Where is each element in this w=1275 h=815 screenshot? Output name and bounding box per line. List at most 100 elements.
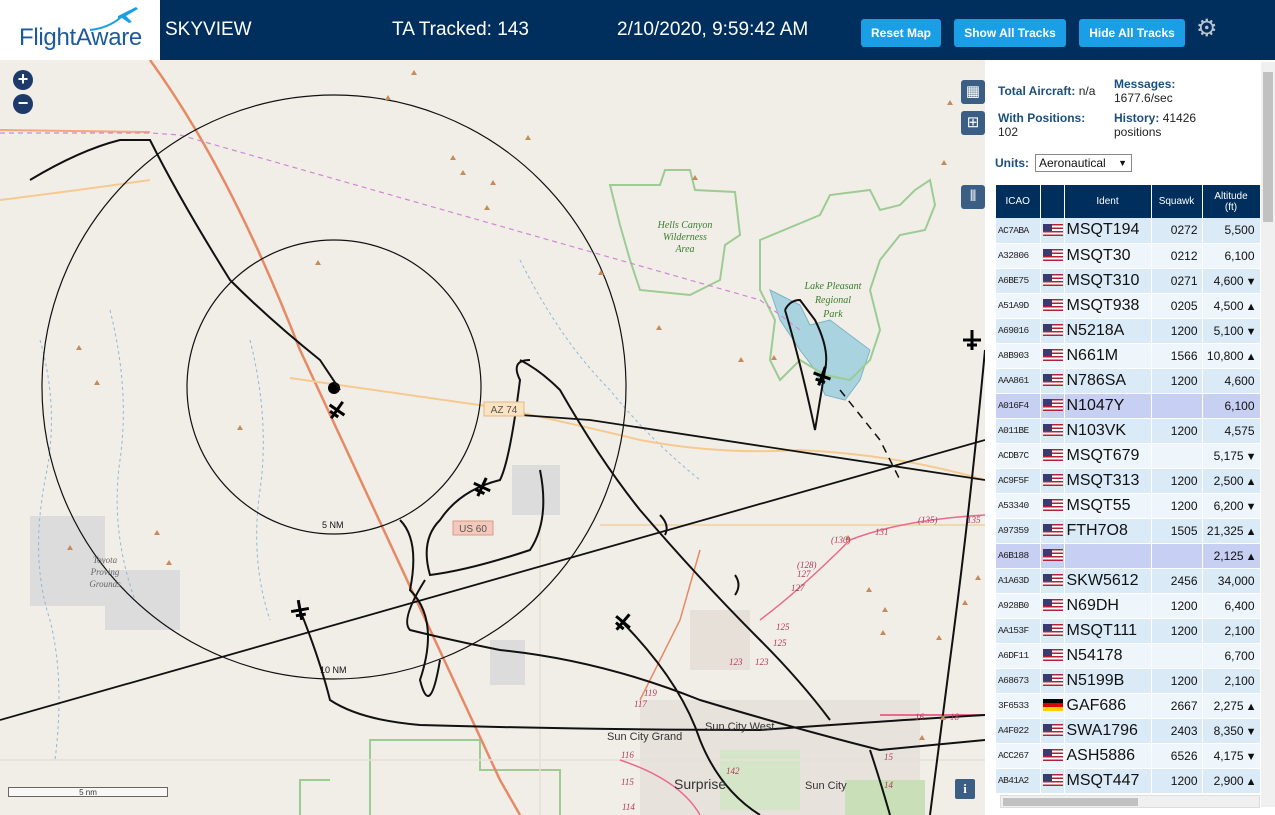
- us-flag-icon: [1042, 449, 1063, 462]
- table-row[interactable]: A53340 MSQT55 1200 6,200 ▼: [996, 493, 1269, 519]
- show-all-tracks-button[interactable]: Show All Tracks: [954, 19, 1066, 47]
- units-select[interactable]: Aeronautical ▼: [1035, 154, 1132, 172]
- col-ident[interactable]: Ident: [1064, 185, 1152, 218]
- park-boundary-bottom-2: [299, 779, 330, 815]
- zoom-out-button[interactable]: −: [13, 94, 33, 114]
- table-row[interactable]: A928B0 N69DH 1200 6,400: [996, 593, 1269, 619]
- altitude-cell: 5,175 ▼: [1202, 443, 1261, 469]
- table-row[interactable]: A6B188 2,125 ▲: [996, 543, 1269, 569]
- table-row[interactable]: A32806 MSQT30 0212 6,100: [996, 243, 1269, 269]
- ring-label-10nm: 10 NM: [320, 665, 347, 675]
- table-row[interactable]: A016F4 N1047Y 6,100: [996, 393, 1269, 419]
- altitude-value: 2,500: [1213, 473, 1244, 488]
- columns-icon[interactable]: ⦀: [961, 185, 985, 209]
- icao-cell: A8B903: [996, 343, 1041, 369]
- altitude-value: 5,175: [1213, 448, 1244, 463]
- history-label: History:: [1114, 111, 1160, 125]
- squawk-cell: 1505: [1151, 518, 1203, 544]
- icao-cell: A97359: [996, 518, 1041, 544]
- flag-cell: [1040, 368, 1065, 394]
- table-row[interactable]: AA153F MSQT111 1200 2,100: [996, 618, 1269, 644]
- sun-city-west-label: Sun City West: [705, 721, 775, 733]
- table-row[interactable]: A1A63D SKW5612 2456 34,000: [996, 568, 1269, 594]
- col-flag[interactable]: [1040, 185, 1065, 218]
- col-altitude[interactable]: Altitude (ft): [1202, 185, 1261, 218]
- clock: 2/10/2020, 9:59:42 AM: [617, 19, 809, 40]
- road-label: 115: [621, 777, 634, 787]
- aircraft-icon[interactable]: [289, 599, 310, 622]
- table-row[interactable]: A8B903 N661M 1566 10,800 ▲: [996, 343, 1269, 369]
- ident-cell: SWA1796: [1064, 718, 1152, 744]
- hide-all-tracks-button[interactable]: Hide All Tracks: [1079, 19, 1185, 47]
- ident-cell: MSQT194: [1064, 218, 1152, 244]
- messages-stat: Messages: 1677.6/sec: [1114, 77, 1175, 105]
- scroll-thumb[interactable]: [1263, 72, 1273, 222]
- history-stat: History: 41426 positions: [1114, 111, 1196, 139]
- flag-cell: [1040, 718, 1065, 744]
- aircraft-icon[interactable]: [963, 330, 981, 350]
- icao-cell: A928B0: [996, 593, 1041, 619]
- us-flag-icon: [1042, 524, 1063, 537]
- vertical-scrollbar[interactable]: [1261, 62, 1275, 807]
- map-layers-icon[interactable]: ▦: [961, 80, 985, 104]
- table-row[interactable]: A011BE N103VK 1200 4,575: [996, 418, 1269, 444]
- map-view[interactable]: Hells Canyon Wilderness Area Lake Pleasa…: [0, 60, 985, 815]
- altitude-cell: 4,600: [1202, 368, 1261, 394]
- altitude-cell: 5,500: [1202, 218, 1261, 244]
- icao-cell: A69016: [996, 318, 1041, 344]
- table-row[interactable]: ACDB7C MSQT679 5,175 ▼: [996, 443, 1269, 469]
- flightaware-logo[interactable]: FlightAware: [0, 0, 160, 60]
- icao-cell: A53340: [996, 493, 1041, 519]
- track-1: [29, 139, 341, 391]
- gear-icon[interactable]: ⚙: [1196, 17, 1220, 41]
- table-row[interactable]: A69016 N5218A 1200 5,100 ▼: [996, 318, 1269, 344]
- flag-cell: [1040, 543, 1065, 569]
- hells-canyon-label-2: Wilderness: [663, 232, 707, 243]
- table-row[interactable]: A6BE75 MSQT310 0271 4,600 ▼: [996, 268, 1269, 294]
- units-label: Units:: [995, 156, 1029, 170]
- squawk-cell: 1200: [1151, 418, 1203, 444]
- total-aircraft-stat: Total Aircraft: n/a: [998, 84, 1095, 98]
- table-row[interactable]: A6DF11 N54178 6,700: [996, 643, 1269, 669]
- horizontal-scrollbar[interactable]: [1000, 795, 1260, 808]
- squawk-cell: 1200: [1151, 593, 1203, 619]
- table-row[interactable]: A68673 N5199B 1200 2,100: [996, 668, 1269, 694]
- flag-cell: [1040, 593, 1065, 619]
- icao-cell: AAA861: [996, 368, 1041, 394]
- altitude-cell: 2,500 ▲: [1202, 468, 1261, 494]
- altitude-cell: 6,200 ▼: [1202, 493, 1261, 519]
- wash-3: [249, 339, 271, 621]
- zoom-in-button[interactable]: +: [13, 70, 33, 90]
- flag-cell: [1040, 643, 1065, 669]
- road-label: (135): [918, 515, 938, 525]
- ident-cell: MSQT447: [1064, 768, 1152, 794]
- info-icon[interactable]: i: [955, 779, 975, 799]
- trend-arrow-icon: ▲: [1245, 550, 1257, 563]
- reset-map-button[interactable]: Reset Map: [861, 19, 941, 47]
- ident-cell: N5199B: [1064, 668, 1152, 694]
- table-row[interactable]: AAA861 N786SA 1200 4,600: [996, 368, 1269, 394]
- col-icao[interactable]: ICAO: [996, 185, 1041, 218]
- road-label: 127: [797, 569, 811, 579]
- col-squawk[interactable]: Squawk: [1151, 185, 1203, 218]
- altitude-value: 8,350: [1213, 723, 1244, 738]
- aircraft-icon[interactable]: [470, 474, 495, 500]
- table-row[interactable]: ACC267 ASH5886 6526 4,175 ▼: [996, 743, 1269, 769]
- trend-arrow-icon: ▲: [1245, 700, 1257, 713]
- table-row[interactable]: AC9F5F MSQT313 1200 2,500 ▲: [996, 468, 1269, 494]
- table-row[interactable]: A4F022 SWA1796 2403 8,350 ▼: [996, 718, 1269, 744]
- icao-cell: A6DF11: [996, 643, 1041, 669]
- table-row[interactable]: AB41A2 MSQT447 1200 2,900 ▲: [996, 768, 1269, 794]
- messages-value: 1677.6/sec: [1114, 91, 1173, 105]
- altitude-value: 5,500: [1224, 223, 1255, 238]
- table-row[interactable]: 3F6533 GAF686 2667 2,275 ▲: [996, 693, 1269, 719]
- us60-label: US 60: [459, 524, 487, 535]
- table-row[interactable]: A51A9D MSQT938 0205 4,500 ▲: [996, 293, 1269, 319]
- altitude-cell: 2,900 ▲: [1202, 768, 1261, 794]
- flag-cell: [1040, 268, 1065, 294]
- table-row[interactable]: AC7ABA MSQT194 0272 5,500: [996, 218, 1269, 244]
- scroll-thumb[interactable]: [1003, 798, 1138, 806]
- table-row[interactable]: A97359 FTH7O8 1505 21,325 ▲: [996, 518, 1269, 544]
- grid-icon[interactable]: ⊞: [961, 111, 985, 135]
- ident-cell: MSQT313: [1064, 468, 1152, 494]
